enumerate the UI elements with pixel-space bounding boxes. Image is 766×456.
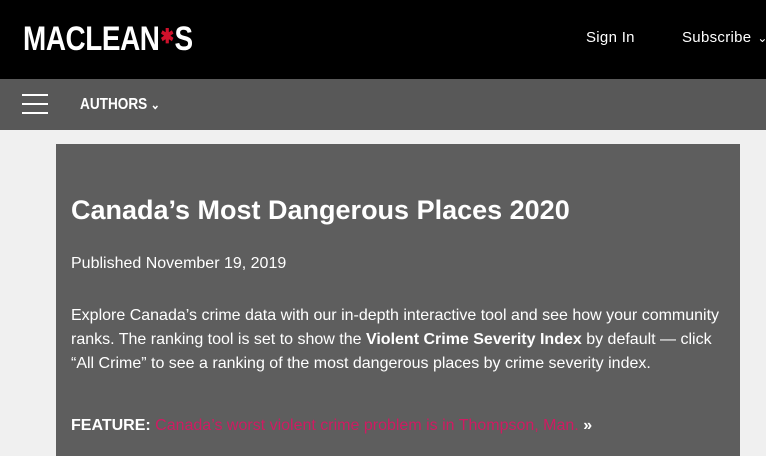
authors-menu[interactable]: AUTHORS ⌄ [80,95,160,115]
chevron-down-icon: ⌄ [150,97,160,112]
hamburger-menu-icon[interactable] [22,94,48,114]
desc-bold-text: Violent Crime Severity Index [365,331,582,348]
article-description: Explore Canada’s crime data with our in-… [71,304,731,376]
page-title: Canada’s Most Dangerous Places 2020 [71,195,570,225]
feature-link[interactable]: Canada’s worst violent crime problem is … [155,417,579,434]
logo-text-end: S [174,20,193,58]
article-card: Canada’s Most Dangerous Places 2020 Publ… [56,144,740,456]
subscribe-label: Subscribe [682,29,752,46]
published-date: Published November 19, 2019 [71,255,287,272]
top-header: MACLEAN✱S Sign In Subscribe ⌄ [0,0,766,79]
maple-leaf-icon: ✱ [160,26,174,48]
logo-text: MACLEAN [23,20,160,58]
subscribe-button[interactable]: Subscribe ⌄ [682,29,766,47]
feature-line: FEATURE: Canada’s worst violent crime pr… [71,415,731,437]
nav-bar: AUTHORS ⌄ [0,79,766,130]
feature-label: FEATURE: [71,417,151,434]
chevron-down-icon: ⌄ [757,31,766,45]
macleans-logo[interactable]: MACLEAN✱S [23,19,193,59]
feature-suffix: » [578,417,593,434]
authors-label: AUTHORS [80,96,148,113]
sign-in-link[interactable]: Sign In [586,29,635,47]
